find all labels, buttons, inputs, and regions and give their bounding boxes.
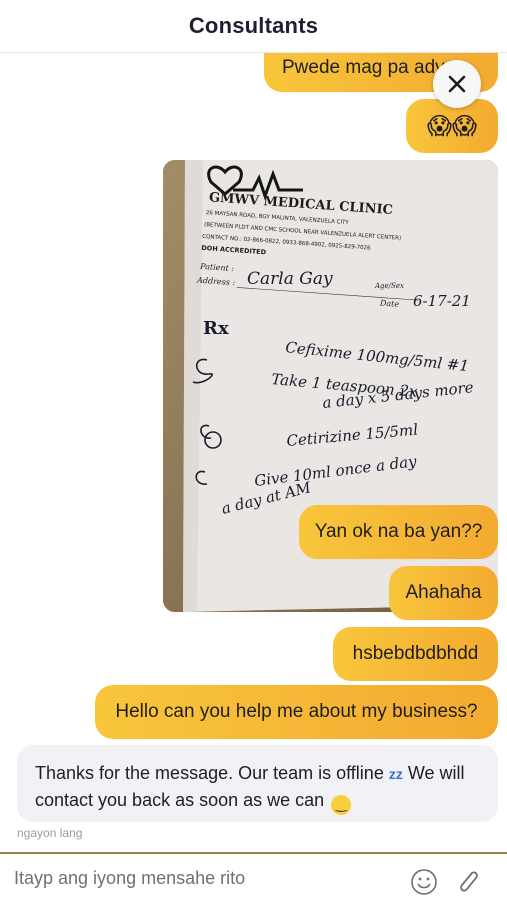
reply-text-1: Thanks for the message. Our team is offl… [35, 763, 384, 783]
message-text: Yan ok na ba yan?? [314, 521, 483, 542]
date-label: Date [379, 298, 400, 308]
chat-header: Consultants [0, 0, 507, 53]
close-button[interactable] [433, 60, 481, 108]
patient-name-handwriting: Carla Gay [247, 269, 333, 289]
sent-message-bubble[interactable]: Yan ok na ba yan?? [299, 505, 498, 559]
date-handwriting: 6-17-21 [413, 292, 471, 310]
attach-button[interactable] [452, 865, 484, 897]
age-sex-label: Age/Sex [374, 282, 404, 290]
message-input[interactable] [14, 866, 394, 890]
sent-message-bubble[interactable]: Hello can you help me about my business? [95, 685, 498, 739]
message-text: hsbebdbdbhdd [352, 643, 479, 664]
smiley-icon [411, 869, 437, 895]
smiley-emoji-icon: ‿ [331, 795, 352, 815]
message-timestamp: ngayon lang [17, 826, 83, 840]
message-text: Hello can you help me about my business? [115, 701, 478, 722]
message-text: 😱😱 [426, 112, 478, 140]
received-message-bubble: Thanks for the message. Our team is offl… [17, 745, 498, 822]
sent-message-bubble[interactable]: hsbebdbdbhdd [333, 627, 498, 681]
sent-message-bubble[interactable]: Ahahaha [389, 566, 498, 620]
close-icon [448, 75, 466, 93]
rx-symbol: Rx [203, 318, 229, 339]
emoji-button[interactable] [410, 868, 438, 896]
sleeping-zz-icon: zz [388, 766, 403, 782]
message-composer [0, 852, 507, 900]
message-text: Ahahaha [405, 582, 482, 603]
message-text: Pwede mag pa adv [282, 57, 445, 78]
header-title: Consultants [188, 13, 319, 38]
paperclip-icon [460, 871, 478, 892]
